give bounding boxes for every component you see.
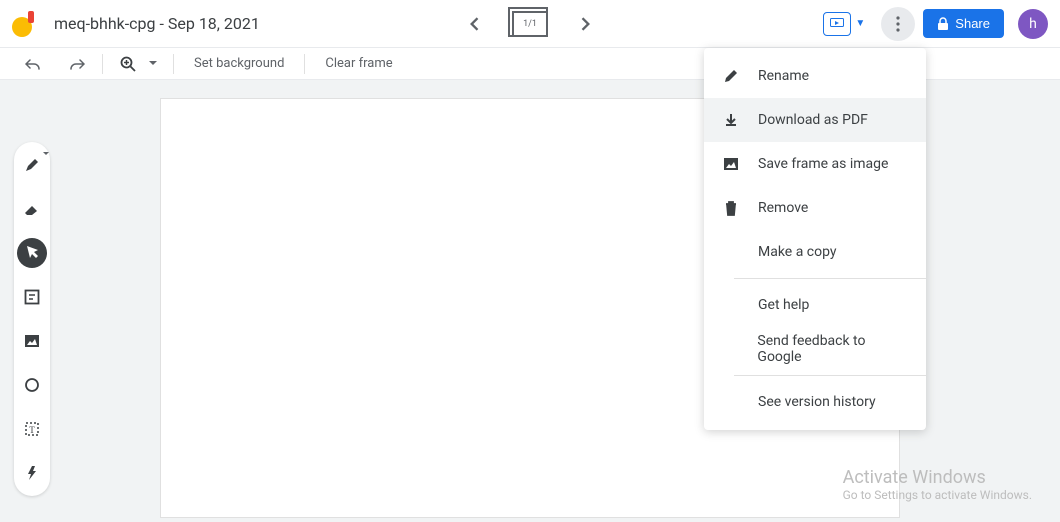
next-frame-button[interactable] (576, 14, 596, 34)
tool-sidebar: T (14, 142, 50, 496)
present-button[interactable] (823, 12, 851, 36)
avatar-letter: h (1029, 16, 1037, 32)
menu-download-pdf[interactable]: Download as PDF (704, 98, 926, 142)
menu-version-history[interactable]: See version history (704, 380, 926, 424)
select-tool[interactable] (17, 238, 47, 268)
separator (173, 54, 174, 74)
zoom-dropdown-icon[interactable] (147, 53, 159, 75)
share-button[interactable]: Share (923, 9, 1004, 38)
app-logo (12, 11, 36, 37)
svg-text:T: T (29, 425, 35, 435)
zoom-button[interactable] (117, 53, 139, 75)
sticky-note-tool[interactable] (17, 282, 47, 312)
laser-tool[interactable] (17, 458, 47, 488)
eraser-tool[interactable] (17, 194, 47, 224)
menu-save-image[interactable]: Save frame as image (704, 142, 926, 186)
separator (102, 54, 103, 74)
undo-button[interactable] (22, 53, 44, 75)
menu-label: Get help (758, 297, 809, 313)
menu-label: Make a copy (758, 244, 837, 260)
text-box-tool[interactable]: T (17, 414, 47, 444)
pencil-icon (722, 68, 740, 84)
share-label: Share (955, 16, 990, 31)
pen-tool[interactable] (17, 150, 47, 180)
more-options-menu: Rename Download as PDF Save frame as ima… (704, 48, 926, 430)
frame-indicator[interactable]: 1/1 (512, 11, 548, 37)
header-right: ▼ Share h (823, 7, 1048, 41)
separator (304, 54, 305, 74)
clear-frame-button[interactable]: Clear frame (319, 56, 398, 71)
avatar[interactable]: h (1018, 9, 1048, 39)
prev-frame-button[interactable] (464, 14, 484, 34)
header-nav: 1/1 (464, 11, 596, 37)
document-title[interactable]: meq-bhhk-cpg - Sep 18, 2021 (54, 14, 260, 33)
menu-label: Send feedback to Google (757, 333, 908, 365)
menu-remove[interactable]: Remove (704, 186, 926, 230)
menu-label: Save frame as image (758, 156, 888, 172)
shape-tool[interactable] (17, 370, 47, 400)
redo-button[interactable] (66, 53, 88, 75)
frame-count: 1/1 (523, 19, 537, 29)
lock-icon (937, 17, 949, 31)
menu-label: See version history (758, 394, 876, 410)
menu-separator (734, 375, 926, 376)
menu-rename[interactable]: Rename (704, 54, 926, 98)
present-dropdown-icon[interactable]: ▼ (855, 18, 865, 29)
menu-feedback[interactable]: Send feedback to Google (704, 327, 926, 371)
header: meq-bhhk-cpg - Sep 18, 2021 1/1 ▼ Share … (0, 0, 1060, 48)
image-tool[interactable] (17, 326, 47, 356)
set-background-button[interactable]: Set background (188, 56, 290, 71)
menu-separator (734, 278, 926, 279)
image-icon (722, 157, 740, 171)
menu-make-copy[interactable]: Make a copy (704, 230, 926, 274)
download-icon (722, 112, 740, 128)
menu-label: Download as PDF (758, 112, 868, 128)
trash-icon (722, 200, 740, 216)
menu-label: Remove (758, 200, 808, 216)
menu-label: Rename (758, 68, 809, 84)
menu-get-help[interactable]: Get help (704, 283, 926, 327)
more-options-button[interactable] (881, 7, 915, 41)
tool-submenu-icon (43, 152, 49, 155)
